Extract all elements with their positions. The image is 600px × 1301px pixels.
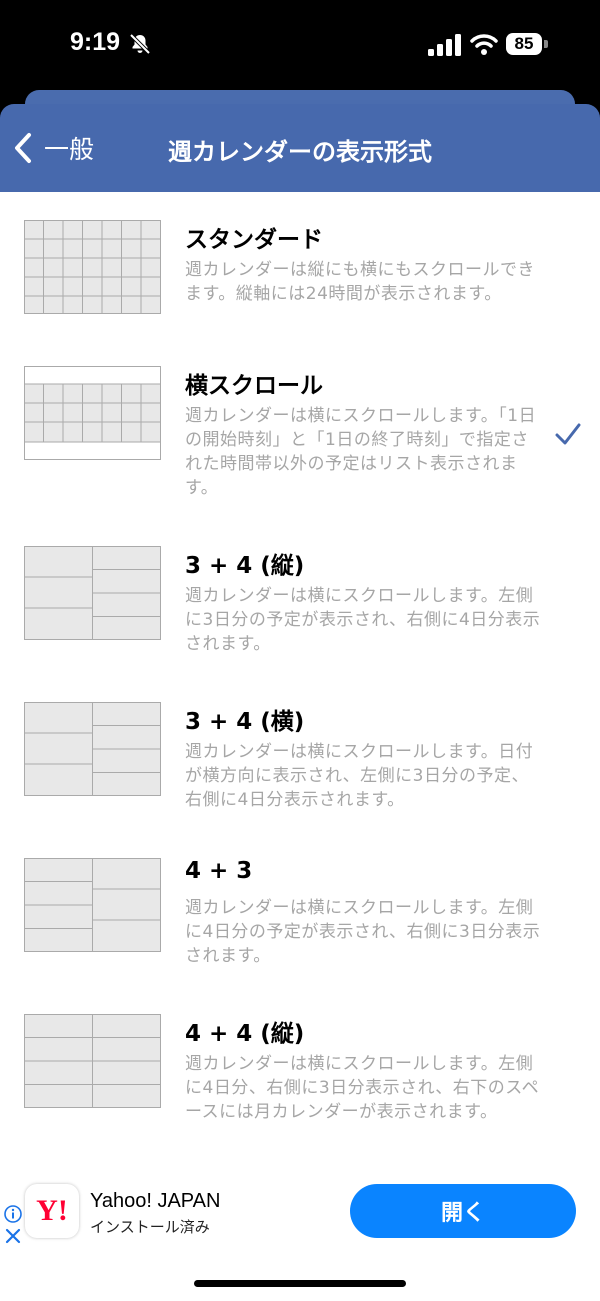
- navigation-bar: 一般 週カレンダーの表示形式: [0, 104, 600, 192]
- option-description: 週カレンダーは横にスクロールします。左側に3日分の予定が表示され、右側に4日分表…: [185, 586, 541, 654]
- option-horizontal-scroll[interactable]: 横スクロール 週カレンダーは横にスクロールします。「1日の開始時刻」と「1日の終…: [0, 366, 600, 516]
- option-standard[interactable]: スタンダード 週カレンダーは縦にも横にもスクロールできます。縦軸には24時間が表…: [0, 220, 600, 350]
- status-bar: 9:19 85: [0, 0, 600, 90]
- four-four-vertical-thumbnail: [24, 1014, 161, 1108]
- option-title: 3 + 4 (横): [185, 709, 305, 735]
- info-icon[interactable]: [4, 1205, 22, 1223]
- option-title: 4 + 4 (縦): [185, 1021, 305, 1047]
- three-four-vertical-thumbnail: [24, 546, 161, 640]
- bell-slash-icon: [129, 33, 151, 55]
- four-three-thumbnail: [24, 858, 161, 952]
- yahoo-logo: Y!: [25, 1184, 79, 1238]
- home-indicator[interactable]: [194, 1280, 406, 1287]
- app-ad-banner: Y! Yahoo! JAPAN インストール済み 開く: [0, 1172, 600, 1252]
- ad-app-name: Yahoo! JAPAN: [90, 1190, 221, 1212]
- cellular-signal-icon: [428, 34, 461, 56]
- option-description: 週カレンダーは横にスクロールします。日付が横方向に表示され、左側に3日分の予定、…: [185, 742, 534, 810]
- battery-icon: 85: [506, 33, 550, 57]
- option-4-4-vertical[interactable]: 4 + 4 (縦) 週カレンダーは横にスクロールします。左側に4日分、右側に3日…: [0, 1014, 600, 1164]
- option-description: 週カレンダーは縦にも横にもスクロールできます。縦軸には24時間が表示されます。: [185, 260, 535, 304]
- option-4-3[interactable]: 4 + 3 週カレンダーは横にスクロールします。左側に4日分の予定が表示され、右…: [0, 858, 600, 988]
- layout-option-list: スタンダード 週カレンダーは縦にも横にもスクロールできます。縦軸には24時間が表…: [0, 192, 600, 1172]
- wifi-icon: [470, 34, 498, 55]
- option-description: 週カレンダーは横にスクロールします。「1日の開始時刻」と「1日の終了時刻」で指定…: [185, 406, 537, 498]
- option-title: 4 + 3: [185, 858, 253, 884]
- page-title: 週カレンダーの表示形式: [168, 138, 432, 166]
- bottom-safe-area: [0, 1252, 600, 1301]
- standard-grid-thumbnail: [24, 220, 161, 314]
- open-button[interactable]: 開く: [350, 1184, 576, 1238]
- checkmark-icon: [555, 423, 581, 445]
- three-four-horizontal-thumbnail: [24, 702, 161, 796]
- option-description: 週カレンダーは横にスクロールします。左側に4日分の予定が表示され、右側に3日分表…: [185, 898, 541, 966]
- option-3-4-horizontal[interactable]: 3 + 4 (横) 週カレンダーは横にスクロールします。日付が横方向に表示され、…: [0, 702, 600, 832]
- status-time: 9:19: [70, 28, 121, 56]
- battery-level: 85: [506, 33, 542, 55]
- option-title: 横スクロール: [185, 373, 323, 399]
- option-3-4-vertical[interactable]: 3 + 4 (縦) 週カレンダーは横にスクロールします。左側に3日分の予定が表示…: [0, 546, 600, 676]
- horizontal-scroll-thumbnail: [24, 366, 161, 460]
- close-icon[interactable]: [4, 1227, 22, 1245]
- option-title: 3 + 4 (縦): [185, 553, 305, 579]
- option-title: スタンダード: [185, 227, 323, 253]
- ad-install-status: インストール済み: [90, 1218, 210, 1236]
- option-description: 週カレンダーは横にスクロールします。左側に4日分、右側に3日分表示され、右下のス…: [185, 1054, 540, 1122]
